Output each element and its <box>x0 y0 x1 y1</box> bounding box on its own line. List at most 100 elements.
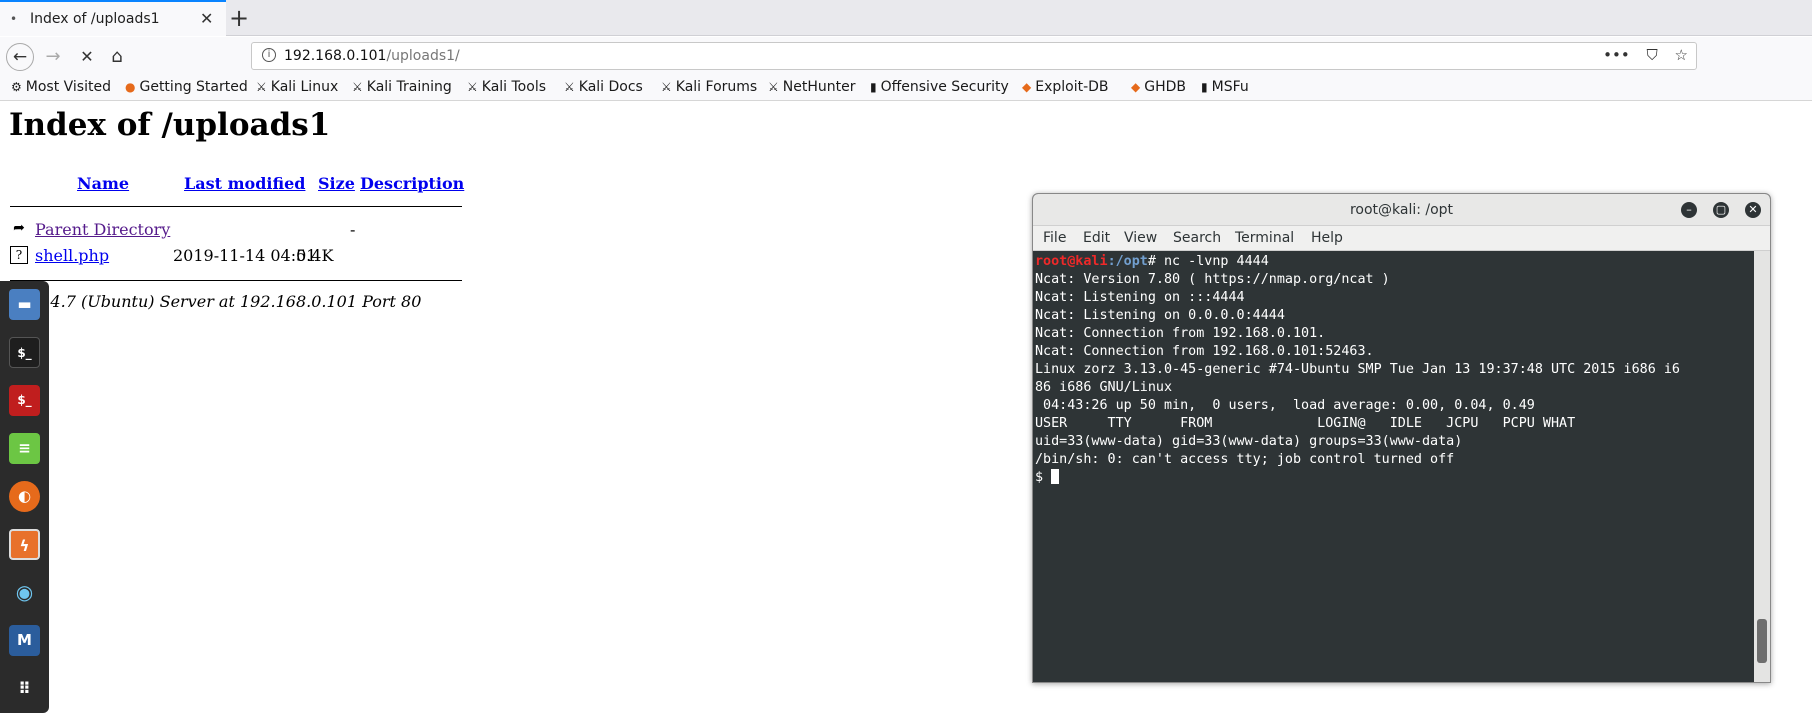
page-actions-icon[interactable]: ••• <box>1603 46 1630 64</box>
gear-icon: ⚙ <box>11 80 22 94</box>
file-size: 5.4K <box>296 246 334 265</box>
back-button[interactable]: ← <box>6 43 34 71</box>
bookmark-getting-started[interactable]: ● Getting Started <box>125 79 248 95</box>
exploitdb-icon: ◆ <box>1022 80 1032 94</box>
tab-index-uploads1[interactable]: • Index of /uploads1 ✕ <box>0 0 226 36</box>
menu-help[interactable]: Help <box>1311 230 1343 246</box>
forward-button[interactable]: → <box>40 45 66 69</box>
table-row: ? shell.php 2019-11-14 04:01 5.4K <box>10 244 470 268</box>
bookmark-kali-linux[interactable]: ⚔ Kali Linux <box>256 79 338 95</box>
unknown-file-icon: ? <box>10 246 28 264</box>
pocket-icon[interactable]: ⛉ <box>1647 46 1658 64</box>
bookmark-label: NetHunter <box>782 79 856 95</box>
back-arrow-icon: ➦ <box>13 220 25 236</box>
bookmark-kali-forums[interactable]: ⚔ Kali Forums <box>661 79 757 95</box>
bookmark-kali-training[interactable]: ⚔ Kali Training <box>352 79 452 95</box>
dock-terminal[interactable]: $_ <box>9 337 40 368</box>
parent-directory-link[interactable]: Parent Directory <box>35 220 170 239</box>
bookmark-label: Kali Tools <box>481 79 546 95</box>
terminal-output[interactable]: root@kali:/opt# nc -lvnp 4444 Ncat: Versi… <box>1035 251 1752 681</box>
footer-divider <box>10 280 462 281</box>
output-line: Ncat: Listening on :::4444 <box>1035 290 1245 305</box>
info-icon[interactable]: i <box>262 48 276 62</box>
server-signature: he/2.4.7 (Ubuntu) Server at 192.168.0.10… <box>10 292 422 311</box>
page-title: Index of /uploads1 <box>9 107 331 143</box>
bookmark-label: Kali Training <box>366 79 452 95</box>
new-tab-button[interactable]: + <box>229 3 249 33</box>
column-last-modified-link[interactable]: Last modified <box>184 174 305 193</box>
burp-icon: ϟ <box>19 537 30 555</box>
bookmark-nethunter[interactable]: ⚔ NetHunter <box>768 79 855 95</box>
minimize-icon[interactable]: – <box>1681 202 1697 218</box>
tab-title: Index of /uploads1 <box>30 11 160 27</box>
menu-file[interactable]: File <box>1043 230 1066 246</box>
bookmark-star-icon[interactable]: ☆ <box>1675 46 1688 64</box>
column-name-link[interactable]: Name <box>77 174 129 193</box>
menu-search[interactable]: Search <box>1173 230 1221 246</box>
terminal-menubar: File Edit View Search Terminal Help <box>1033 226 1770 251</box>
prompt-path: :/opt <box>1107 254 1148 269</box>
bookmark-offensive-security[interactable]: ▮ Offensive Security <box>870 79 1009 95</box>
bookmark-exploit-db[interactable]: ◆ Exploit-DB <box>1022 79 1109 95</box>
column-size-link[interactable]: Size <box>318 174 355 193</box>
menu-terminal[interactable]: Terminal <box>1235 230 1294 246</box>
scrollbar-thumb[interactable] <box>1757 619 1767 663</box>
terminal-titlebar[interactable]: root@kali: /opt – ▢ ✕ <box>1033 194 1770 226</box>
bookmark-label: Getting Started <box>139 79 248 95</box>
home-button[interactable]: ⌂ <box>104 45 130 69</box>
prompt-user: root@kali <box>1035 254 1108 269</box>
menu-view[interactable]: View <box>1124 230 1157 246</box>
output-line: USER TTY FROM LOGIN@ IDLE JCPU PCPU WHAT <box>1035 416 1576 431</box>
show-applications-button[interactable]: ⠿ <box>9 673 40 704</box>
dock-maltego[interactable]: ◉ <box>9 577 40 608</box>
dock-firefox[interactable]: ◐ <box>9 481 40 512</box>
bookmark-label: Offensive Security <box>880 79 1009 95</box>
dock-metasploit-framework[interactable]: $_ <box>9 385 40 416</box>
bookmark-label: MSFu <box>1211 79 1249 95</box>
terminal-scrollbar[interactable] <box>1754 251 1770 682</box>
dock-files[interactable]: ▬ <box>9 289 40 320</box>
bookmark-kali-docs[interactable]: ⚔ Kali Docs <box>564 79 643 95</box>
bookmark-most-visited[interactable]: ⚙ Most Visited <box>11 79 111 95</box>
kali-dragon-icon: ⚔ <box>467 80 478 94</box>
loading-icon: • <box>10 12 18 26</box>
table-row: ➦ Parent Directory - <box>10 218 470 242</box>
bookmark-label: Kali Docs <box>578 79 643 95</box>
stop-loading-button[interactable]: ✕ <box>74 45 100 69</box>
maximize-icon[interactable]: ▢ <box>1713 202 1729 218</box>
bookmark-label: Most Visited <box>25 79 111 95</box>
output-line: 86 i686 GNU/Linux <box>1035 380 1173 395</box>
bookmarks-toolbar: ⚙ Most Visited ● Getting Started ⚔ Kali Lin… <box>0 75 1812 101</box>
close-tab-icon[interactable]: ✕ <box>200 9 213 28</box>
bookmark-label: Exploit-DB <box>1035 79 1109 95</box>
bookmark-label: GHDB <box>1144 79 1186 95</box>
eye-icon: ◉ <box>15 580 34 604</box>
bookmark-kali-tools[interactable]: ⚔ Kali Tools <box>467 79 546 95</box>
output-line: Ncat: Listening on 0.0.0.0:4444 <box>1035 308 1285 323</box>
terminal-red-icon: $_ <box>17 393 32 407</box>
bookmark-msfu[interactable]: ▮ MSFu <box>1201 79 1249 95</box>
output-line: /bin/sh: 0: can't access tty; job contro… <box>1035 452 1455 467</box>
close-window-icon[interactable]: ✕ <box>1745 202 1761 218</box>
shell-prompt: $ <box>1035 470 1052 485</box>
dock: ▬ $_ $_ ≡ ◐ ϟ ◉ M ⠿ <box>0 281 49 713</box>
terminal-window[interactable]: root@kali: /opt – ▢ ✕ File Edit View Sea… <box>1032 193 1771 683</box>
terminal-title: root@kali: /opt <box>1349 202 1454 218</box>
command-text: # nc -lvnp 4444 <box>1147 254 1269 269</box>
dock-burpsuite[interactable]: ϟ <box>9 529 40 560</box>
dock-text-editor[interactable]: ≡ <box>9 433 40 464</box>
kali-dragon-icon: ⚔ <box>352 80 363 94</box>
navigation-bar: ← → ✕ ⌂ i 192.168.0.101/uploads1/ ••• ⛉ … <box>0 37 1812 75</box>
kali-dragon-icon: ⚔ <box>256 80 267 94</box>
url-bar[interactable]: i 192.168.0.101/uploads1/ ••• ⛉ ☆ <box>251 42 1697 70</box>
bookmark-ghdb[interactable]: ◆ GHDB <box>1131 79 1186 95</box>
firefox-icon: ◐ <box>17 487 32 505</box>
url-host: 192.168.0.101 <box>284 48 387 64</box>
url-actions: ••• ⛉ ☆ <box>1591 46 1688 64</box>
dock-metasploit[interactable]: M <box>9 625 40 656</box>
shell-php-link[interactable]: shell.php <box>35 246 109 265</box>
url-text[interactable]: 192.168.0.101/uploads1/ <box>284 48 460 64</box>
column-description-link[interactable]: Description <box>360 174 464 193</box>
kali-dragon-icon: ⚔ <box>768 80 779 94</box>
menu-edit[interactable]: Edit <box>1083 230 1110 246</box>
